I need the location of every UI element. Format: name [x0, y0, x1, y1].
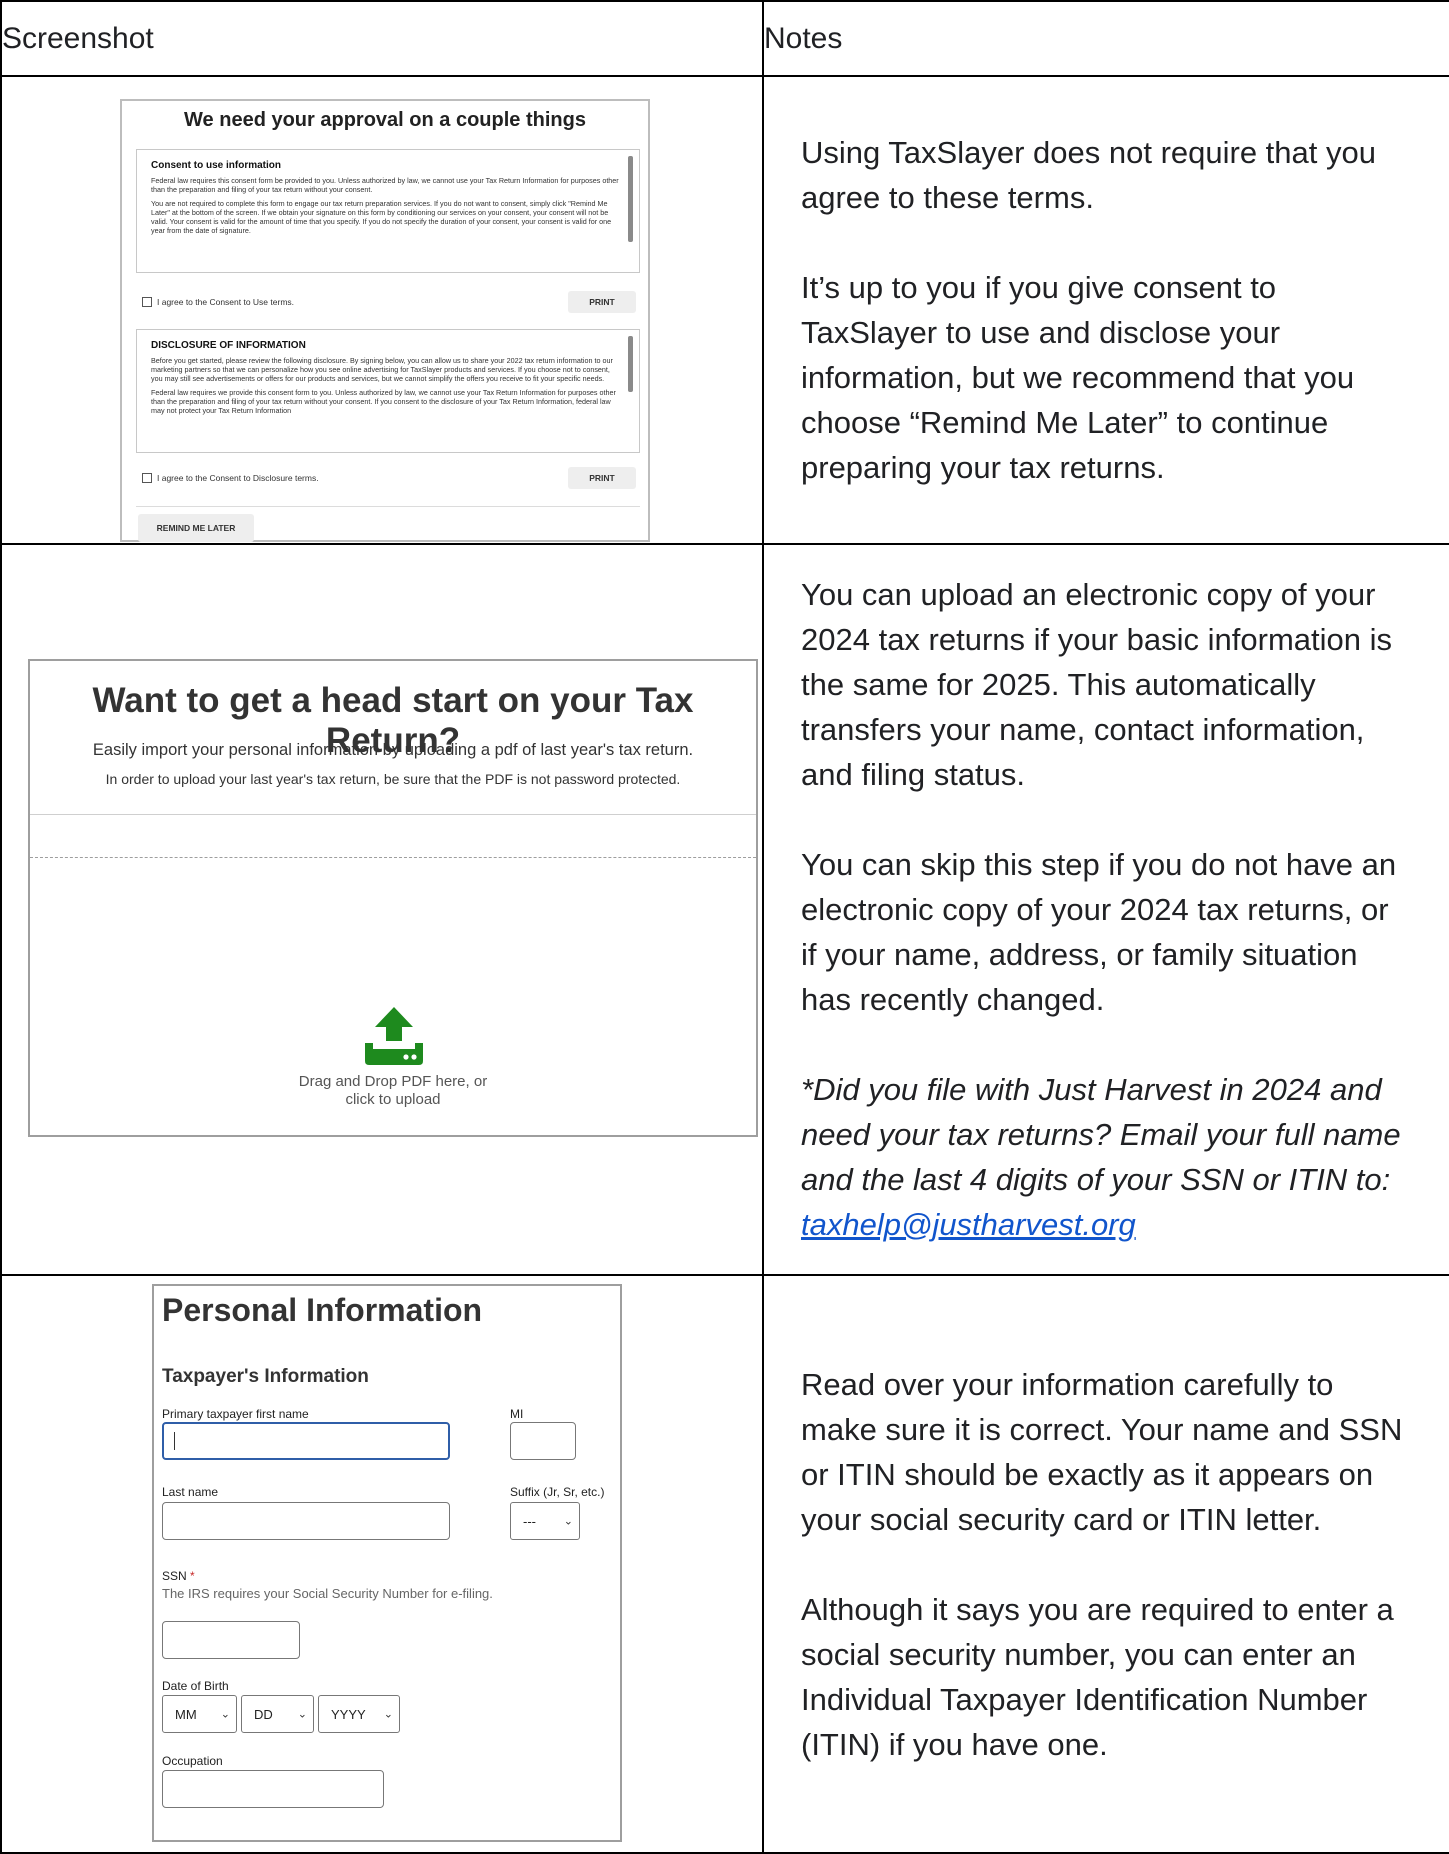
table-row: We need your approval on a couple things… [0, 75, 1449, 545]
personal-info-screenshot: Personal Information Taxpayer's Informat… [152, 1284, 622, 1842]
required-marker: * [190, 1569, 195, 1583]
dob-month-select[interactable]: MM ⌄ [162, 1695, 237, 1733]
notes-paragraph: It’s up to you if you give consent to Ta… [801, 270, 1355, 485]
consent-use-checkbox[interactable] [142, 297, 152, 307]
table-row: Want to get a head start on your Tax Ret… [0, 543, 1449, 1276]
consent-page-title: We need your approval on a couple things [184, 109, 586, 131]
print-disclosure-button[interactable]: PRINT [568, 467, 636, 489]
dob-day-value: DD [254, 1706, 273, 1722]
print-consent-use-button[interactable]: PRINT [568, 291, 636, 313]
disclosure-title: DISCLOSURE OF INFORMATION [151, 340, 306, 351]
chevron-down-icon: ⌄ [220, 1708, 230, 1721]
notes-cell: You can upload an electronic copy of you… [762, 543, 1449, 1276]
consent-use-text-2: You are not required to complete this fo… [151, 199, 612, 235]
table-row: Personal Information Taxpayer's Informat… [0, 1274, 1449, 1854]
consent-use-text-1: Federal law requires this consent form b… [151, 176, 619, 194]
ssn-label-text: SSN [162, 1569, 187, 1583]
disclosure-scrollbar[interactable] [628, 336, 633, 392]
mi-field[interactable] [510, 1422, 576, 1460]
dropzone-border [30, 857, 756, 858]
dob-label: Date of Birth [162, 1679, 229, 1693]
dropzone-label[interactable]: Drag and Drop PDF here, or click to uplo… [30, 1073, 756, 1109]
disclosure-text-1: Before you get started, please review th… [151, 356, 613, 383]
consent-use-scrollbar[interactable] [628, 156, 633, 242]
mi-label: MI [510, 1407, 524, 1421]
notes-cell: Read over your information carefully to … [762, 1274, 1449, 1854]
disclosure-text-2: Federal law requires we provide this con… [151, 388, 616, 415]
notes-paragraph: You can skip this step if you do not hav… [801, 847, 1397, 1017]
header-notes: Notes [762, 0, 1449, 77]
email-link[interactable]: taxhelp@justharvest.org [801, 1207, 1136, 1242]
ssn-label: SSN * [162, 1569, 195, 1583]
dob-month-value: MM [175, 1706, 197, 1722]
screenshot-cell: Want to get a head start on your Tax Ret… [0, 543, 764, 1276]
consent-use-agree[interactable]: I agree to the Consent to Use terms. [142, 297, 294, 307]
header-screenshot: Screenshot [0, 0, 764, 77]
disclosure-box: DISCLOSURE OF INFORMATION Before you get… [136, 329, 640, 453]
first-name-field[interactable] [162, 1422, 450, 1460]
notes-paragraph-italic: *Did you file with Just Harvest in 2024 … [801, 1067, 1411, 1247]
notes-paragraph: Read over your information carefully to … [801, 1366, 1403, 1537]
ssn-hint: The IRS requires your Social Security Nu… [162, 1586, 493, 1601]
notes-italic-text: *Did you file with Just Harvest in 2024 … [801, 1072, 1401, 1197]
consent-use-title: Consent to use information [151, 160, 281, 171]
table-header-row: Screenshot Notes [0, 0, 1449, 77]
screenshot-cell: We need your approval on a couple things… [0, 75, 764, 545]
dob-year-select[interactable]: YYYY ⌄ [318, 1695, 400, 1733]
occupation-label: Occupation [162, 1754, 223, 1768]
upload-screenshot: Want to get a head start on your Tax Ret… [28, 659, 758, 1137]
personal-info-title: Personal Information [162, 1292, 483, 1328]
last-name-field[interactable] [162, 1502, 450, 1540]
disclosure-agree[interactable]: I agree to the Consent to Disclosure ter… [142, 473, 319, 483]
dob-day-select[interactable]: DD ⌄ [241, 1695, 314, 1733]
first-name-label: Primary taxpayer first name [162, 1407, 309, 1421]
ssn-field[interactable] [162, 1621, 300, 1659]
notes-paragraph: Using TaxSlayer does not require that yo… [801, 135, 1376, 215]
occupation-field[interactable] [162, 1770, 384, 1808]
dropzone-line-2: click to upload [345, 1091, 441, 1108]
upload-icon[interactable] [363, 1007, 425, 1065]
chevron-down-icon: ⌄ [383, 1708, 393, 1721]
text-caret [174, 1432, 175, 1450]
chevron-down-icon: ⌄ [297, 1708, 307, 1721]
consent-use-box: Consent to use information Federal law r… [136, 149, 640, 273]
remind-me-later-button[interactable]: REMIND ME LATER [138, 514, 254, 542]
disclosure-checkbox[interactable] [142, 473, 152, 483]
notes-paragraph: You can upload an electronic copy of you… [801, 577, 1392, 792]
divider [136, 506, 640, 507]
upload-subtitle: Easily import your personal information … [92, 741, 694, 759]
screenshot-cell: Personal Information Taxpayer's Informat… [0, 1274, 764, 1854]
upload-note: In order to upload your last year's tax … [105, 771, 681, 787]
instruction-table: Screenshot Notes We need your approval o… [0, 0, 1449, 1854]
taxpayer-info-heading: Taxpayer's Information [162, 1366, 369, 1387]
suffix-select[interactable]: --- ⌄ [510, 1502, 580, 1540]
last-name-label: Last name [162, 1485, 219, 1499]
consent-use-agree-label: I agree to the Consent to Use terms. [157, 297, 295, 307]
suffix-label: Suffix (Jr, Sr, etc.) [510, 1485, 605, 1499]
chevron-down-icon: ⌄ [563, 1515, 573, 1528]
notes-paragraph: Although it says you are required to ent… [801, 1591, 1394, 1762]
notes-cell: Using TaxSlayer does not require that yo… [762, 75, 1449, 545]
suffix-value: --- [523, 1513, 536, 1529]
dob-year-value: YYYY [331, 1706, 366, 1722]
dropzone-line-1: Drag and Drop PDF here, or [298, 1073, 488, 1090]
consent-screenshot: We need your approval on a couple things… [120, 99, 650, 542]
divider [30, 814, 756, 815]
disclosure-agree-label: I agree to the Consent to Disclosure ter… [157, 473, 319, 483]
